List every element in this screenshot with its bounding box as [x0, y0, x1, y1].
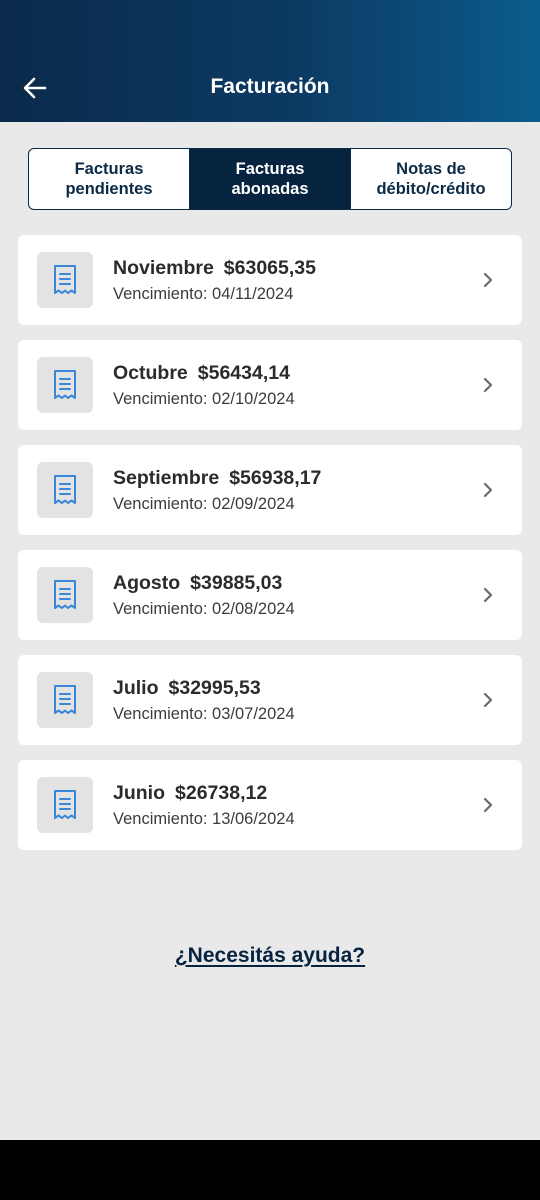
receipt-icon — [37, 777, 93, 833]
invoice-due-date: Vencimiento: 02/08/2024 — [113, 600, 295, 618]
invoice-title: Agosto $39885,03 — [113, 572, 282, 595]
chevron-right-icon — [480, 481, 496, 499]
chevron-right-icon — [480, 796, 496, 814]
invoice-amount: $26738,12 — [175, 782, 268, 804]
invoice-due-date: Vencimiento: 13/06/2024 — [113, 810, 295, 828]
system-navigation-bar — [0, 1140, 540, 1200]
receipt-icon — [37, 672, 93, 728]
invoice-month: Agosto — [113, 572, 181, 594]
invoice-card[interactable]: Octubre $56434,14 Vencimiento: 02/10/2024 — [18, 340, 522, 430]
invoice-tabs: Facturas pendientes Facturas abonadas No… — [28, 148, 512, 210]
invoice-month: Julio — [113, 677, 159, 699]
invoice-list: Noviembre $63065,35 Vencimiento: 04/11/20… — [18, 235, 522, 865]
invoice-card[interactable]: Junio $26738,12 Vencimiento: 13/06/2024 — [18, 760, 522, 850]
chevron-right-icon — [480, 376, 496, 394]
invoice-due-date: Vencimiento: 02/10/2024 — [113, 390, 295, 408]
invoice-title: Julio $32995,53 — [113, 677, 261, 700]
invoice-title: Noviembre $63065,35 — [113, 257, 316, 280]
invoice-month: Septiembre — [113, 467, 220, 489]
invoice-title: Octubre $56434,14 — [113, 362, 290, 385]
invoice-due-date: Vencimiento: 02/09/2024 — [113, 495, 295, 513]
invoice-amount: $32995,53 — [168, 677, 261, 699]
receipt-icon — [37, 567, 93, 623]
invoice-card[interactable]: Agosto $39885,03 Vencimiento: 02/08/2024 — [18, 550, 522, 640]
invoice-card[interactable]: Julio $32995,53 Vencimiento: 03/07/2024 — [18, 655, 522, 745]
chevron-right-icon — [480, 586, 496, 604]
invoice-card[interactable]: Noviembre $63065,35 Vencimiento: 04/11/20… — [18, 235, 522, 325]
invoice-amount: $63065,35 — [223, 257, 316, 279]
tab-pending-invoices[interactable]: Facturas pendientes — [29, 149, 189, 209]
invoice-due-date: Vencimiento: 03/07/2024 — [113, 705, 295, 723]
help-section: ¿Necesitás ayuda? — [0, 944, 540, 968]
receipt-icon — [37, 252, 93, 308]
invoice-amount: $56434,14 — [197, 362, 290, 384]
invoice-title: Junio $26738,12 — [113, 782, 267, 805]
invoice-title: Septiembre $56938,17 — [113, 467, 321, 490]
invoice-amount: $39885,03 — [190, 572, 283, 594]
receipt-icon — [37, 462, 93, 518]
receipt-icon — [37, 357, 93, 413]
chevron-right-icon — [480, 691, 496, 709]
invoice-due-date: Vencimiento: 04/11/2024 — [113, 285, 294, 303]
tab-paid-invoices[interactable]: Facturas abonadas — [189, 149, 350, 209]
page-title: Facturación — [210, 75, 330, 98]
help-link[interactable]: ¿Necesitás ayuda? — [175, 944, 365, 967]
invoice-amount: $56938,17 — [229, 467, 322, 489]
app-header: Facturación — [0, 0, 540, 122]
invoice-month: Octubre — [113, 362, 188, 384]
invoice-card[interactable]: Septiembre $56938,17 Vencimiento: 02/09/2… — [18, 445, 522, 535]
tab-debit-credit-notes[interactable]: Notas de débito/crédito — [350, 149, 511, 209]
chevron-right-icon — [480, 271, 496, 289]
invoice-month: Junio — [113, 782, 165, 804]
invoice-month: Noviembre — [113, 257, 214, 279]
billing-screen: Facturación Facturas pendientes Facturas… — [0, 0, 540, 1200]
